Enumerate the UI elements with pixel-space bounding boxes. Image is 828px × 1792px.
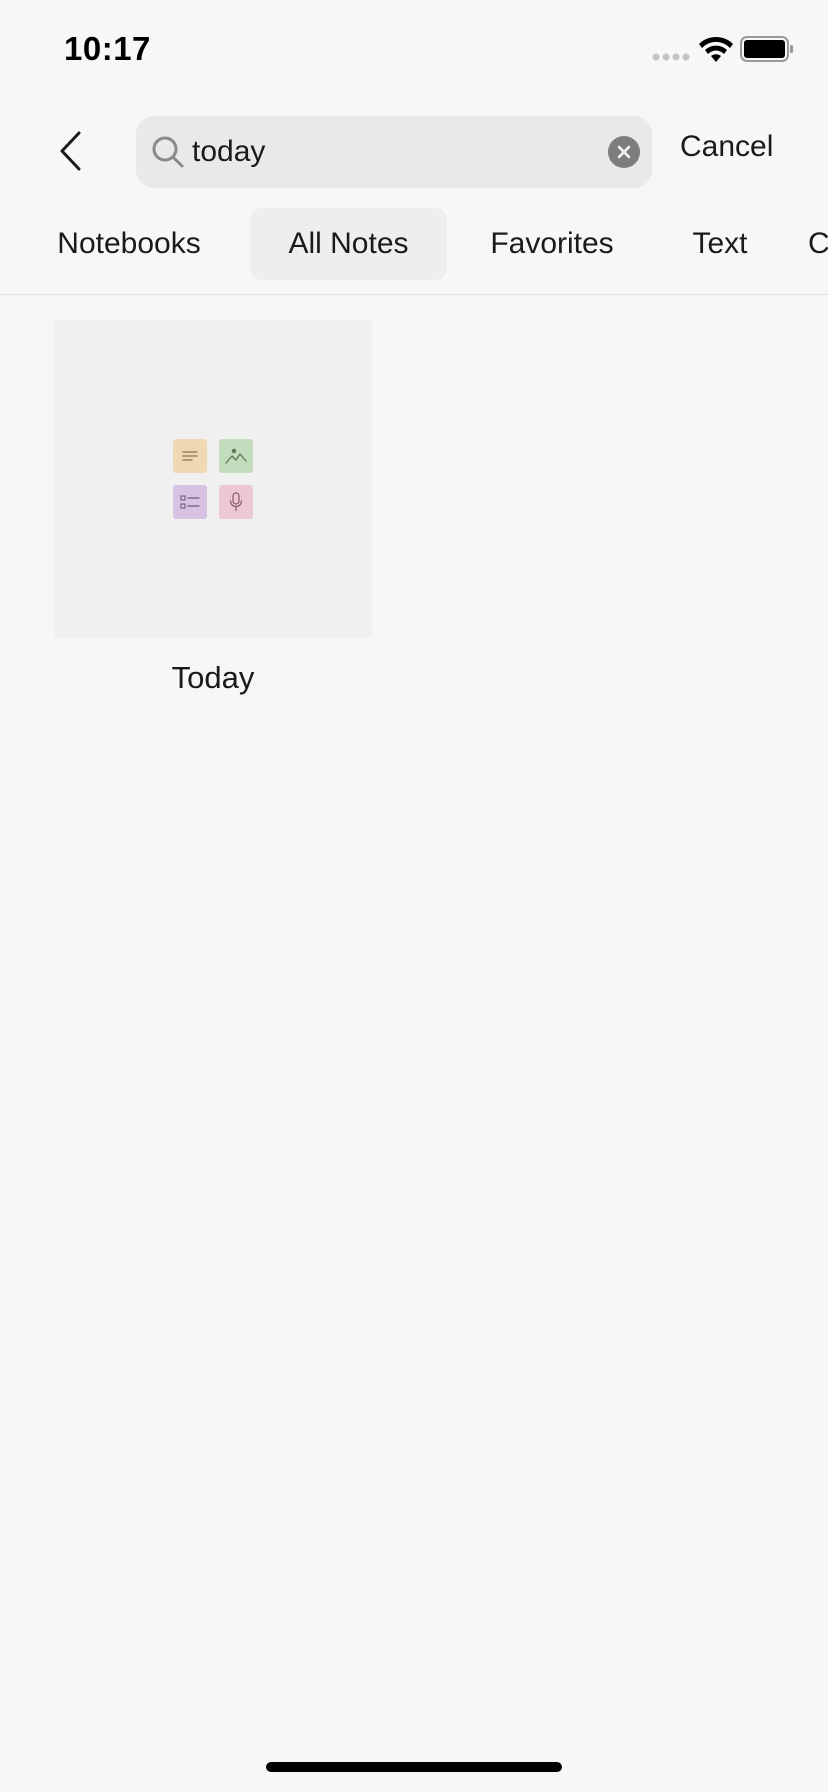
checklist-note-icon [173,485,207,519]
tabs-divider [0,294,828,295]
image-note-icon [219,439,253,473]
tab-text[interactable]: Text [672,208,768,280]
tab-truncated[interactable]: C [808,208,828,280]
wifi-icon [699,36,733,62]
close-icon [617,145,631,159]
filter-tabs: Notebooks All Notes Favorites Text C [0,208,828,280]
search-input[interactable] [192,126,572,178]
clear-search-button[interactable] [608,136,640,168]
tab-notebooks[interactable]: Notebooks [30,208,228,280]
home-indicator[interactable] [266,1762,562,1772]
tab-all-notes[interactable]: All Notes [250,208,447,280]
battery-icon [740,36,793,62]
note-title: Today [171,660,255,695]
text-note-icon [173,439,207,473]
audio-note-icon [219,485,253,519]
status-bar: 10:17 [0,0,828,100]
search-bar[interactable] [136,116,652,188]
note-card[interactable]: Today [54,320,372,696]
chevron-left-icon [60,131,81,171]
tab-favorites[interactable]: Favorites [472,208,632,280]
back-button[interactable] [50,126,90,176]
status-time: 10:17 [64,30,151,67]
search-icon [152,136,184,168]
search-results-screen: 10:17 today Cancel Notebooks All Notes F… [0,0,828,1792]
note-thumbnail [54,320,372,638]
cellular-signal-icon [652,53,690,61]
cancel-button[interactable]: Cancel [680,130,773,164]
